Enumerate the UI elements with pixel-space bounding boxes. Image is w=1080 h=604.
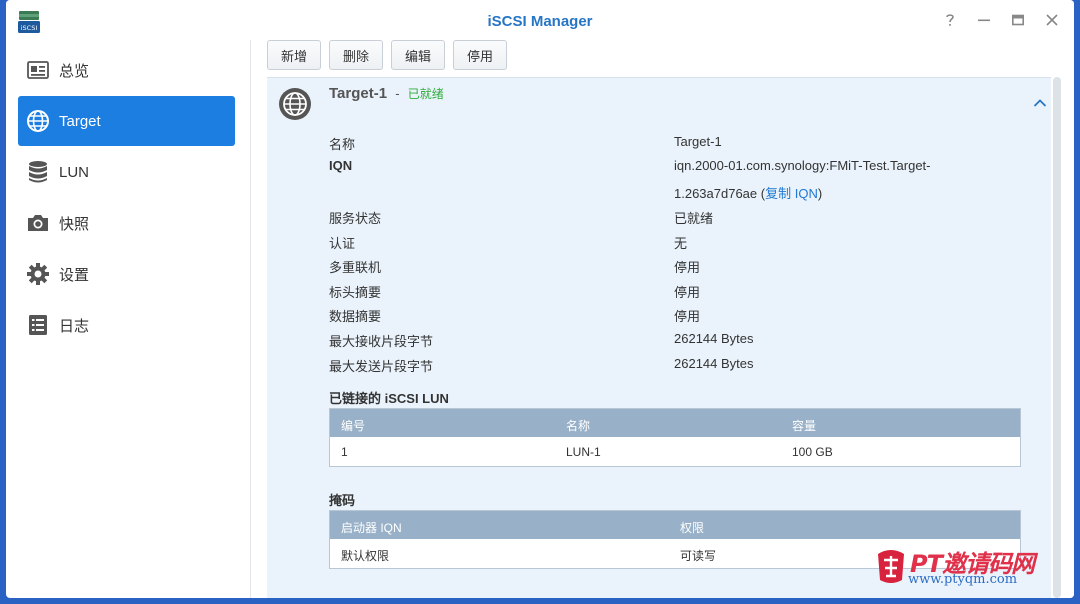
main-content: 新增 删除 编辑 停用 Target-1 - 已就绪 名称 Target-1 I…	[251, 40, 1074, 598]
column-header-capacity[interactable]: 容量	[792, 417, 816, 434]
lun-name-cell: LUN-1	[566, 445, 601, 459]
window-controls	[942, 12, 1060, 28]
detail-value: 已就绪	[674, 211, 714, 226]
detail-key: 认证	[329, 236, 356, 251]
target-globe-icon	[278, 87, 312, 121]
detail-value: 262144 Bytes	[674, 331, 754, 346]
target-detail-panel: Target-1 - 已就绪 名称 Target-1 IQN iqn.2000-…	[267, 77, 1051, 598]
detail-key: 最大发送片段字节	[329, 359, 434, 374]
mask-title: 掩码	[329, 493, 356, 508]
target-header: Target-1 - 已就绪	[329, 85, 444, 102]
sidebar-item-label: 设置	[59, 266, 90, 284]
copy-paren-close: )	[817, 186, 823, 201]
detail-value: 停用	[674, 260, 701, 275]
sidebar-item-lun[interactable]: LUN	[18, 147, 235, 197]
detail-key: 名称	[329, 137, 356, 152]
target-separator: -	[395, 86, 400, 101]
iqn-suffix: 1.263a7d76ae	[674, 186, 758, 201]
detail-value: 无	[674, 236, 688, 251]
title-bar: iSCSI iSCSI Manager	[6, 0, 1074, 40]
sidebar-item-log[interactable]: 日志	[18, 300, 235, 350]
database-icon	[26, 160, 50, 184]
column-header-initiator-iqn[interactable]: 启动器 IQN	[341, 519, 402, 536]
table-row[interactable]: 1 LUN-1 100 GB	[330, 437, 1020, 466]
close-icon[interactable]	[1044, 12, 1060, 28]
sidebar-item-label: Target	[59, 112, 101, 130]
delete-button[interactable]: 删除	[329, 40, 384, 70]
table-header: 启动器 IQN 权限	[330, 511, 1020, 539]
collapse-chevron-icon[interactable]	[1033, 96, 1047, 107]
target-status-badge: 已就绪	[407, 87, 444, 101]
detail-key: 最大接收片段字节	[329, 334, 434, 349]
sidebar-item-label: LUN	[59, 163, 90, 181]
sidebar-item-label: 日志	[59, 317, 90, 335]
table-header: 编号 名称 容量	[330, 409, 1020, 437]
iqn-value-continued: 1.263a7d76ae (复制 IQN)	[674, 183, 822, 202]
sidebar-item-label: 快照	[59, 215, 90, 233]
window-title: iSCSI Manager	[487, 13, 593, 30]
detail-value: 停用	[674, 309, 701, 324]
globe-icon	[26, 109, 50, 133]
target-name: Target-1	[329, 85, 388, 102]
disable-button[interactable]: 停用	[453, 40, 508, 70]
detail-value: Target-1	[674, 134, 722, 149]
copy-iqn-link[interactable]: 复制 IQN	[765, 186, 818, 201]
column-header-name[interactable]: 名称	[566, 417, 590, 434]
iscsi-manager-window: iSCSI iSCSI Manager 总览 Target LUN 快照 设置 …	[6, 0, 1074, 598]
camera-icon	[26, 211, 50, 235]
toolbar: 新增 删除 编辑 停用	[267, 40, 508, 70]
detail-value: iqn.2000-01.com.synology:FMiT-Test.Targe…	[674, 158, 931, 173]
sidebar-item-settings[interactable]: 设置	[18, 249, 235, 299]
gear-icon	[26, 262, 50, 286]
detail-value: 停用	[674, 285, 701, 300]
sidebar-item-label: 总览	[59, 62, 90, 80]
sidebar-item-snapshot[interactable]: 快照	[18, 198, 235, 248]
column-header-id[interactable]: 编号	[341, 417, 365, 434]
detail-key: 数据摘要	[329, 309, 382, 324]
sidebar: 总览 Target LUN 快照 设置 日志	[6, 40, 251, 598]
maximize-icon[interactable]	[1010, 12, 1026, 28]
column-header-permission[interactable]: 权限	[680, 519, 704, 536]
edit-button[interactable]: 编辑	[391, 40, 446, 70]
watermark-url: www.ptyqm.com	[908, 572, 1018, 587]
add-button[interactable]: 新增	[267, 40, 322, 70]
help-icon[interactable]	[942, 12, 958, 28]
permission-cell: 可读写	[680, 549, 717, 563]
sidebar-item-target[interactable]: Target	[18, 96, 235, 146]
sidebar-item-overview[interactable]: 总览	[18, 45, 235, 95]
detail-key: IQN	[329, 158, 353, 173]
detail-key: 服务状态	[329, 211, 382, 226]
lun-capacity-cell: 100 GB	[792, 445, 833, 459]
detail-key: 标头摘要	[329, 285, 382, 300]
watermark-logo	[878, 550, 904, 583]
lun-id-cell: 1	[341, 445, 348, 459]
detail-value: 262144 Bytes	[674, 356, 754, 371]
linked-lun-table: 编号 名称 容量 1 LUN-1 100 GB	[329, 408, 1021, 467]
minimize-icon[interactable]	[976, 12, 992, 28]
scrollbar[interactable]	[1053, 77, 1061, 598]
linked-lun-title: 已链接的 iSCSI LUN	[329, 391, 449, 406]
detail-key: 多重联机	[329, 260, 382, 275]
overview-icon	[26, 58, 50, 82]
watermark: PT邀请码网 www.ptyqm.com	[868, 540, 1068, 592]
log-icon	[26, 313, 50, 337]
initiator-cell: 默认权限	[341, 549, 390, 563]
